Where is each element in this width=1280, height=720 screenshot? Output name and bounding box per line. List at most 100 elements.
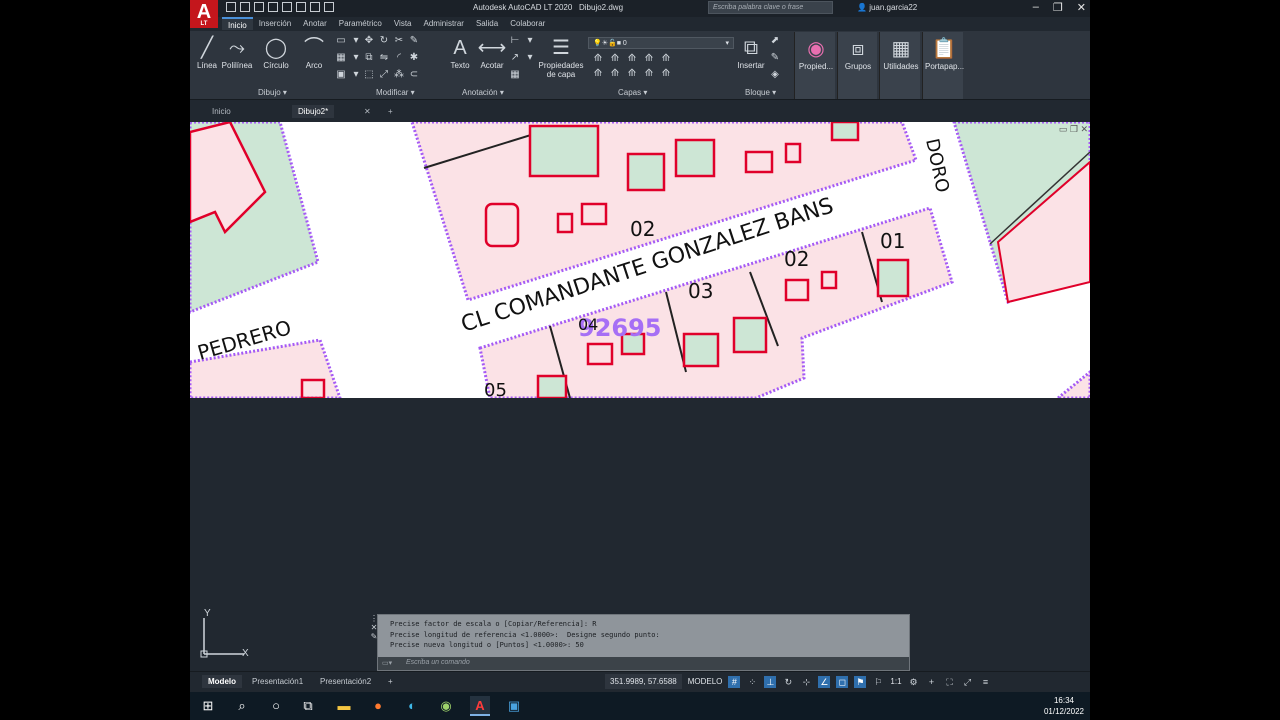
clipboard-panel[interactable]: 📋 Portapap... <box>922 32 964 99</box>
create-block-icon[interactable]: ⬈ <box>768 35 782 51</box>
table-icon[interactable]: ▦ <box>508 69 522 85</box>
dropdown-icon[interactable]: ▾ <box>523 35 537 51</box>
block-attr-icon[interactable]: ◈ <box>768 69 782 85</box>
copy-icon[interactable]: ⧉ <box>362 52 376 68</box>
tab-administrar[interactable]: Administrar <box>418 17 470 30</box>
layer-tool-icon[interactable]: ⟰ <box>590 68 606 82</box>
viewport-close-icon[interactable]: ✕ <box>1080 124 1088 134</box>
table-icon[interactable]: ▣ <box>334 69 348 85</box>
chrome-icon[interactable]: ◉ <box>436 696 456 716</box>
leader-icon[interactable]: ↗ <box>508 52 522 68</box>
print-icon[interactable] <box>296 2 306 12</box>
gear-icon[interactable]: ⚙ <box>908 676 920 688</box>
drawing-area[interactable]: CL COMANDANTE GONZALEZ BANS PEDRERO DORO… <box>190 122 1090 398</box>
explode-icon[interactable]: ✱ <box>407 52 421 68</box>
layer-tool-icon[interactable]: ⟰ <box>658 68 674 82</box>
layer-tool-icon[interactable]: ⟰ <box>641 53 657 67</box>
panel-bloque[interactable]: Bloque ▾ <box>745 88 776 97</box>
dimension-button[interactable]: ⟷ Acotar <box>475 35 509 70</box>
dropdown-icon[interactable]: ▾ <box>349 69 363 85</box>
utilities-panel[interactable]: ▦ Utilidades <box>879 32 920 99</box>
viewport-restore-icon[interactable]: ❐ <box>1070 124 1078 134</box>
annotation-scale[interactable]: 1:1 <box>890 677 901 686</box>
panel-modificar[interactable]: Modificar ▾ <box>376 88 415 97</box>
tab-insercion[interactable]: Inserción <box>253 17 297 30</box>
layer-tool-icon[interactable]: ⟰ <box>590 53 606 67</box>
insert-button[interactable]: ⧉ Insertar <box>733 35 769 70</box>
edge-icon[interactable]: ◐ <box>402 696 422 716</box>
close-icon[interactable]: ✕ <box>1077 1 1086 14</box>
panel-capas[interactable]: Capas ▾ <box>618 88 647 97</box>
autocad-taskbar-icon[interactable]: A <box>470 696 490 716</box>
tab-inicio[interactable]: Inicio <box>222 17 253 30</box>
linear-dim-icon[interactable]: ⊢ <box>508 35 522 51</box>
rectangle-icon[interactable]: ▭ <box>334 35 348 51</box>
polar-icon[interactable]: ↻ <box>782 676 794 688</box>
coordinates-readout[interactable]: 351.9989, 57.6588 <box>605 674 682 689</box>
doc-tab-dibujo2[interactable]: Dibujo2* <box>292 105 335 118</box>
web-icon[interactable] <box>282 2 292 12</box>
properties-panel[interactable]: ◉ Propied... <box>794 32 835 99</box>
plus-icon[interactable]: + <box>926 676 938 688</box>
circle-button[interactable]: ◯ Círculo <box>259 35 293 70</box>
app-logo[interactable]: A LT <box>190 0 218 28</box>
arc-button[interactable]: ⌒ Arco <box>297 35 331 70</box>
cortana-icon[interactable]: ○ <box>266 696 286 716</box>
viewport-minimize-icon[interactable]: ▭ <box>1059 124 1068 134</box>
layer-properties-button[interactable]: ☰ Propiedades de capa <box>538 35 584 79</box>
tab-presentacion1[interactable]: Presentación1 <box>246 675 309 688</box>
layer-tool-icon[interactable]: ⟰ <box>607 68 623 82</box>
grid-icon[interactable]: # <box>728 675 741 688</box>
windows-start-icon[interactable]: ⊞ <box>198 696 218 716</box>
file-explorer-icon[interactable]: ▬ <box>334 696 354 716</box>
taskbar-clock[interactable]: 16:34 01/12/2022 <box>1044 695 1084 717</box>
save-icon[interactable] <box>254 2 264 12</box>
properties-button[interactable]: ◉ Propied... <box>797 36 835 71</box>
layer-dropdown[interactable]: 💡☀🔓■ 0 ▾ <box>588 37 734 49</box>
maximize-icon[interactable]: ❐ <box>1053 1 1063 14</box>
dropdown-icon[interactable]: ▾ <box>523 52 537 68</box>
saveas-icon[interactable] <box>268 2 278 12</box>
layer-tool-icon[interactable]: ⟰ <box>624 68 640 82</box>
layer-tool-icon[interactable]: ⟰ <box>658 53 674 67</box>
snap-icon[interactable]: ⁘ <box>746 676 758 688</box>
erase-icon[interactable]: ✎ <box>407 35 421 51</box>
mirror-icon[interactable]: ⇋ <box>377 52 391 68</box>
move-icon[interactable]: ✥ <box>362 35 376 51</box>
search-input[interactable]: Escriba palabra clave o frase <box>708 1 833 14</box>
new-tab-icon[interactable]: + <box>382 105 399 118</box>
photos-icon[interactable]: ▣ <box>504 696 524 716</box>
scale-icon[interactable]: ⤢ <box>377 69 391 85</box>
tab-anotar[interactable]: Anotar <box>297 17 333 30</box>
utilities-button[interactable]: ▦ Utilidades <box>882 36 920 71</box>
open-icon[interactable] <box>240 2 250 12</box>
task-view-icon[interactable]: ⧉ <box>298 696 318 716</box>
line-button[interactable]: ╱ Línea <box>190 35 224 70</box>
tab-presentacion2[interactable]: Presentación2 <box>314 675 377 688</box>
groups-panel[interactable]: ⧈ Grupos <box>837 32 877 99</box>
fullscreen-icon[interactable]: ⤢ <box>962 676 974 688</box>
undo-icon[interactable] <box>310 2 320 12</box>
close-tab-icon[interactable]: ✕ <box>358 105 377 118</box>
tab-colaborar[interactable]: Colaborar <box>504 17 551 30</box>
model-mode-button[interactable]: MODELO <box>688 677 723 686</box>
panel-anotacion[interactable]: Anotación ▾ <box>462 88 504 97</box>
fillet-icon[interactable]: ◜ <box>392 52 406 68</box>
edit-block-icon[interactable]: ✎ <box>768 52 782 68</box>
offset-icon[interactable]: ⊂ <box>407 69 421 85</box>
redo-icon[interactable] <box>324 2 334 12</box>
add-layout-icon[interactable]: + <box>382 675 399 688</box>
polyline-button[interactable]: ⤳ Polilínea <box>220 35 254 70</box>
clean-screen-icon[interactable]: ⛶ <box>944 676 956 688</box>
osnap-tracking-icon[interactable]: ∠ <box>818 675 831 688</box>
layer-tool-icon[interactable]: ⟰ <box>607 53 623 67</box>
rotate-icon[interactable]: ↻ <box>377 35 391 51</box>
groups-button[interactable]: ⧈ Grupos <box>840 36 876 71</box>
annotation-autoscale-icon[interactable]: ⚐ <box>872 676 884 688</box>
layer-tool-icon[interactable]: ⟰ <box>641 68 657 82</box>
array-icon[interactable]: ⁂ <box>392 69 406 85</box>
layer-tool-icon[interactable]: ⟰ <box>624 53 640 67</box>
text-button[interactable]: A Texto <box>443 35 477 70</box>
new-icon[interactable] <box>226 2 236 12</box>
search-icon[interactable]: ⌕ <box>232 696 252 716</box>
